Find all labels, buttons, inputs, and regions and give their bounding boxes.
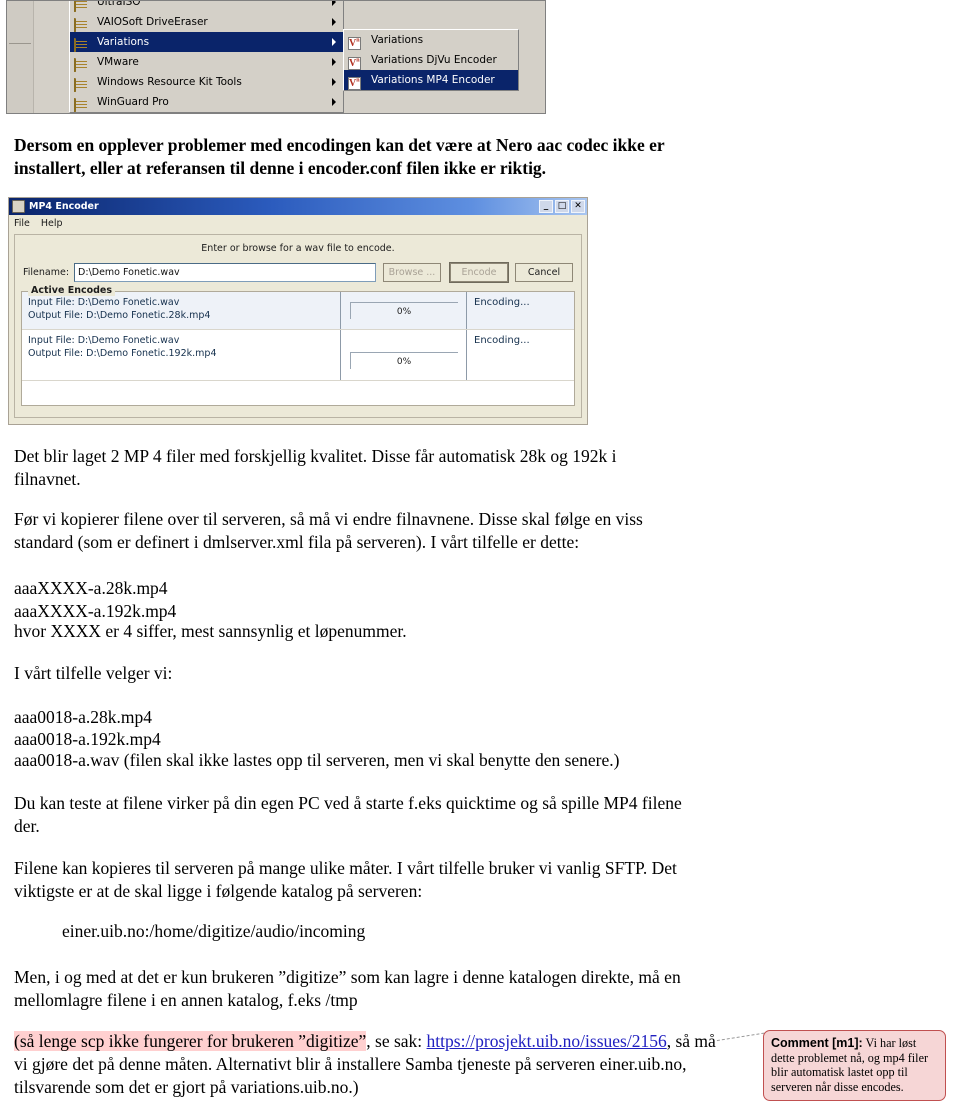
issue-link[interactable]: https://prosjekt.uib.no/issues/2156 (427, 1031, 667, 1051)
encode-row: Input File: D:\Demo Fonetic.wav Output F… (22, 330, 574, 381)
encode-file-info: Input File: D:\Demo Fonetic.wav Output F… (22, 292, 340, 329)
encode-progress-cell: 0% (340, 330, 466, 380)
comment-leader-line (716, 1032, 767, 1055)
minimize-icon[interactable]: _ (539, 200, 553, 213)
cancel-button[interactable]: Cancel (515, 263, 573, 282)
folder-icon (74, 15, 90, 32)
menu-item-winguard-pro[interactable]: WinGuard Pro (70, 92, 343, 112)
filename-row: Filename: D:\Demo Fonetic.wav Browse ...… (15, 254, 581, 282)
comment-label: Comment [m1]: (771, 1036, 863, 1050)
paragraph-digitize: Men, i og med at det er kun brukeren ”di… (14, 967, 681, 1010)
menu-item-label: VAIOSoft DriveEraser (97, 16, 208, 28)
encode-output-file: Output File: D:\Demo Fonetic.28k.mp4 (28, 310, 211, 321)
start-menu-divider (9, 43, 31, 44)
menu-item-label: UltraISO (97, 0, 141, 8)
menu-bar: File Help (9, 215, 587, 231)
menu-help[interactable]: Help (41, 218, 63, 229)
menu-item-label: WinGuard Pro (97, 96, 169, 108)
highlighted-text: (så lenge scp ikke fungerer for brukeren… (14, 1031, 367, 1051)
encode-input-file: Input File: D:\Demo Fonetic.wav (28, 335, 180, 346)
submenu-item-variations-djvu-encoder[interactable]: Vn Variations DjVu Encoder (344, 50, 518, 70)
chevron-right-icon (332, 78, 336, 86)
encode-file-info: Input File: D:\Demo Fonetic.wav Output F… (22, 330, 340, 360)
folder-icon (74, 55, 90, 72)
programs-menu-panel: UltraISO VAIOSoft DriveEraser Variations… (69, 0, 344, 113)
paragraph-warning: Dersom en opplever problemer med encodin… (14, 135, 665, 178)
active-encodes-legend: Active Encodes (28, 285, 116, 296)
comment-balloon: Comment [m1]: Vi har løst dette probleme… (763, 1030, 946, 1101)
scp-mid-text: , se sak: (366, 1031, 427, 1051)
folder-icon (74, 95, 90, 112)
encoder-hint-text: Enter or browse for a wav file to encode… (201, 243, 395, 254)
variations-app-icon: Vn (348, 57, 361, 70)
menu-item-ultraiso[interactable]: UltraISO (70, 0, 343, 12)
encode-button[interactable]: Encode (450, 263, 508, 282)
chevron-right-icon (332, 98, 336, 106)
encode-status: Encoding... (466, 292, 574, 329)
active-encodes-group: Active Encodes Input File: D:\Demo Fonet… (21, 285, 575, 406)
folder-icon (74, 1, 90, 12)
example-filename-192k: aaa0018-a.192k.mp4 (14, 729, 161, 749)
paragraph-two-files: Det blir laget 2 MP 4 filer med forskjel… (14, 446, 617, 489)
folder-icon (74, 75, 90, 92)
encode-status: Encoding... (466, 330, 574, 380)
menu-file[interactable]: File (14, 218, 30, 229)
variations-app-icon: Vn (348, 77, 361, 90)
paragraph-sftp: Filene kan kopieres til serveren på mang… (14, 858, 677, 901)
filename-pattern-28k: aaaXXXX-a.28k.mp4 (14, 578, 168, 598)
progress-bar: 0% (349, 351, 458, 369)
window-controls: _ □ ✕ (539, 200, 585, 213)
close-icon[interactable]: ✕ (571, 200, 585, 213)
submenu-item-variations-mp4-encoder[interactable]: Vn Variations MP4 Encoder (344, 70, 518, 90)
browse-button[interactable]: Browse ... (383, 263, 441, 282)
server-path: einer.uib.no:/home/digitize/audio/incomi… (62, 921, 366, 941)
filename-input[interactable]: D:\Demo Fonetic.wav (74, 263, 376, 282)
submenu-item-label: Variations (371, 34, 424, 46)
menu-item-label: Windows Resource Kit Tools (97, 76, 242, 88)
mp4-encoder-screenshot: MP4 Encoder _ □ ✕ File Help Enter or bro… (8, 197, 588, 425)
submenu-item-variations[interactable]: Vn Variations (344, 30, 518, 50)
progress-bar: 0% (349, 302, 458, 319)
scp-comma: , (666, 1031, 672, 1051)
encode-progress-cell: 0% (340, 292, 466, 329)
example-filename-wav: aaa0018-a.wav (filen skal ikke lastes op… (14, 750, 620, 770)
menu-item-windows-resource-kit-tools[interactable]: Windows Resource Kit Tools (70, 72, 343, 92)
encode-row: Input File: D:\Demo Fonetic.wav Output F… (22, 292, 574, 330)
chevron-right-icon (332, 38, 336, 46)
window-title-bar: MP4 Encoder _ □ ✕ (9, 198, 587, 215)
example-filename-28k: aaa0018-a.28k.mp4 (14, 707, 153, 727)
app-icon (12, 200, 25, 213)
folder-icon (74, 35, 90, 52)
variations-app-icon: Vn (348, 37, 361, 50)
submenu-item-label: Variations MP4 Encoder (371, 74, 495, 86)
window-title: MP4 Encoder (29, 201, 99, 212)
encode-output-file: Output File: D:\Demo Fonetic.192k.mp4 (28, 348, 217, 359)
variations-submenu-panel: Vn Variations Vn Variations DjVu Encoder… (343, 29, 519, 91)
chevron-right-icon (332, 58, 336, 66)
maximize-icon[interactable]: □ (555, 200, 569, 213)
menu-item-variations[interactable]: Variations (70, 32, 343, 52)
paragraph-test: Du kan teste at filene virker på din ege… (14, 793, 682, 836)
paragraph-rename: Før vi kopierer filene over til serveren… (14, 509, 643, 552)
chevron-right-icon (332, 18, 336, 26)
start-menu-left-strip (7, 1, 34, 113)
start-menu-screenshot: UltraISO VAIOSoft DriveEraser Variations… (6, 0, 546, 114)
paragraph-scp: (så lenge scp ikke fungerer for brukeren… (14, 1030, 724, 1099)
paragraph-xxxx: hvor XXXX er 4 siffer, mest sannsynlig e… (14, 621, 407, 641)
chevron-right-icon (332, 1, 336, 6)
filename-label: Filename: (23, 267, 70, 278)
menu-item-label: VMware (97, 56, 139, 68)
submenu-item-label: Variations DjVu Encoder (371, 54, 497, 66)
menu-item-vmware[interactable]: VMware (70, 52, 343, 72)
encode-input-file: Input File: D:\Demo Fonetic.wav (28, 297, 180, 308)
menu-item-vaiosoft-driveeraser[interactable]: VAIOSoft DriveEraser (70, 12, 343, 32)
paragraph-velger: I vårt tilfelle velger vi: (14, 663, 173, 683)
encoder-body: Enter or browse for a wav file to encode… (14, 234, 582, 418)
menu-item-label: Variations (97, 36, 150, 48)
